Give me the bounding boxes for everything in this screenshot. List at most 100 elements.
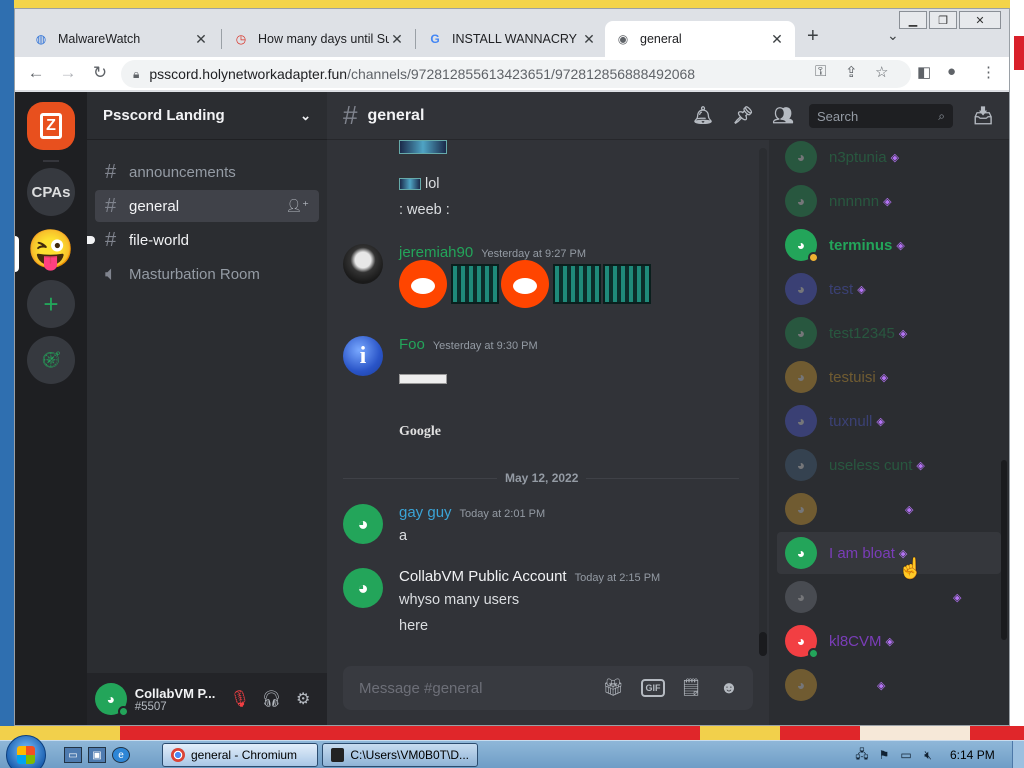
member-item[interactable]: ◕ ◈ <box>777 664 1001 706</box>
channel-masturbation-room[interactable]: 🔈︎ Masturbation Room <box>95 258 319 290</box>
taskbar-chromium-button[interactable]: general - Chromium <box>162 743 318 767</box>
close-tab-icon[interactable]: ✕ <box>581 31 597 48</box>
create-invite-icon[interactable]: 👤︎⁺ <box>286 198 309 214</box>
chevron-down-icon[interactable]: ⌄ <box>300 108 311 124</box>
member-list-scrollbar[interactable] <box>1001 460 1007 640</box>
network-icon[interactable]: 🖧︎ <box>854 747 870 763</box>
sticker-icon[interactable]: 🗒︎ <box>679 676 703 700</box>
back-arrow-icon[interactable]: ← <box>25 63 47 83</box>
home-server-button[interactable]: Z <box>27 102 75 150</box>
system-clock[interactable]: 6:14 PM <box>950 748 995 762</box>
image-attachment[interactable] <box>399 140 447 154</box>
member-item[interactable]: ◕ ◈ <box>777 488 1001 530</box>
reload-icon[interactable]: ↻ <box>89 63 111 83</box>
member-item[interactable]: ◕ test ◈ <box>777 268 1001 310</box>
tab-general[interactable]: ◉ general ✕ <box>605 21 795 57</box>
search-input[interactable]: Search ⌕ <box>809 104 953 128</box>
pixel-emote-icon[interactable] <box>603 264 651 304</box>
server-header[interactable]: Psscord Landing ⌄ <box>87 92 327 140</box>
explore-compass-icon[interactable]: 🧭︎ <box>27 336 75 384</box>
scrollbar-thumb[interactable] <box>759 632 767 656</box>
server-emoji-icon[interactable]: 😜 <box>27 226 75 274</box>
member-item[interactable]: ◕ testuisi ◈ <box>777 356 1001 398</box>
message-author[interactable]: Foo <box>399 336 425 353</box>
channel-file-world[interactable]: # file-world <box>87 224 319 256</box>
channel-announcements[interactable]: # announcements <box>95 156 319 188</box>
member-list: ◕ n3ptunia ◈ ◕ nnnnnn ◈ ◕ terminus ◈ ◕ test… <box>769 140 1009 725</box>
reddit-emote-icon[interactable] <box>399 260 447 308</box>
avatar[interactable]: ◕ <box>95 683 129 717</box>
show-desktop-button[interactable] <box>1012 741 1024 768</box>
server-separator <box>43 160 59 162</box>
start-button[interactable] <box>6 735 46 768</box>
action-center-icon[interactable]: ⚑ <box>876 747 892 763</box>
member-item[interactable]: ◕ test12345 ◈ <box>777 312 1001 354</box>
switch-windows-icon[interactable]: ▣ <box>88 747 106 763</box>
profile-avatar-icon[interactable]: ● <box>947 63 956 80</box>
channel-sidebar: Psscord Landing ⌄ # announcements # gene… <box>87 92 327 725</box>
key-icon[interactable]: ⚿ <box>815 63 826 80</box>
message-author[interactable]: gay guy <box>399 504 452 521</box>
forward-arrow-icon[interactable]: → <box>57 63 79 83</box>
close-tab-icon[interactable]: ✕ <box>389 31 405 48</box>
member-item[interactable]: ◕ useless cunt ◈ <box>777 444 1001 486</box>
member-item[interactable]: ◕ tuxnull ◈ <box>777 400 1001 442</box>
inbox-icon[interactable]: 📥︎ <box>971 104 995 128</box>
pin-icon[interactable]: 📌︎ <box>731 104 755 128</box>
minimize-button[interactable]: ▁ <box>899 11 927 29</box>
avatar[interactable]: i <box>343 336 383 376</box>
member-item[interactable]: ◕ ◈ <box>777 576 1001 618</box>
gift-icon[interactable]: 🎁︎ <box>601 676 625 700</box>
close-tab-icon[interactable]: ✕ <box>193 31 209 48</box>
browser-menu-icon[interactable]: ⋮ <box>981 63 996 81</box>
tab-malwarewatch[interactable]: ◍ MalwareWatch ✕ <box>23 21 219 57</box>
chat-scrollbar[interactable] <box>759 148 767 656</box>
message-input[interactable]: Message #general 🎁︎ GIF 🗒︎ ☻ <box>343 666 753 710</box>
server-cpas[interactable]: CPAs <box>27 168 75 216</box>
tab-install-wannacry[interactable]: G INSTALL WANNACRY FR ✕ <box>417 21 607 57</box>
avatar[interactable]: ◕ <box>343 568 383 608</box>
pixel-emote-icon[interactable] <box>451 264 499 304</box>
share-icon[interactable]: ⇪ <box>845 63 858 81</box>
tab-days-until[interactable]: ◷ How many days until Su ✕ <box>223 21 415 57</box>
headphones-icon[interactable]: 🎧︎ <box>256 683 288 715</box>
internet-explorer-icon[interactable]: e <box>112 747 130 763</box>
channel-general[interactable]: # general 👤︎⁺ <box>95 190 319 222</box>
address-bar[interactable]: 🔒︎ psscord.holynetworkadapter.fun/channe… <box>121 60 911 88</box>
member-item[interactable]: ◕ kl8CVM ◈ <box>777 620 1001 662</box>
notification-bell-icon[interactable]: 🔔︎ <box>691 104 715 128</box>
google-logo-image[interactable]: Google <box>399 424 441 440</box>
member-item[interactable]: ◕ I am bloat ◈ <box>777 532 1001 574</box>
taskbar-7zip-button[interactable]: C:\Users\VM0B0T\D... <box>322 743 478 767</box>
message-author[interactable]: jeremiah90 <box>399 244 473 261</box>
gif-button[interactable]: GIF <box>641 679 665 697</box>
bookmark-star-icon[interactable]: ☆ <box>875 63 888 81</box>
user-panel: ◕ CollabVM P... #5507 🎙︎ 🎧︎ ⚙ <box>87 673 327 725</box>
volume-muted-icon[interactable]: 🔇︎ <box>920 747 936 763</box>
lock-icon[interactable]: 🔒︎ <box>133 67 139 82</box>
show-desktop-quicklaunch-icon[interactable]: ▭ <box>64 747 82 763</box>
new-tab-button[interactable]: + <box>807 25 819 48</box>
side-panel-icon[interactable]: ◧ <box>917 63 931 81</box>
settings-gear-icon[interactable]: ⚙ <box>287 683 319 715</box>
member-item[interactable]: ◕ nnnnnn ◈ <box>777 180 1001 222</box>
close-tab-icon[interactable]: ✕ <box>769 31 785 48</box>
avatar[interactable] <box>343 244 383 284</box>
image-attachment[interactable] <box>399 374 447 384</box>
message-author[interactable]: CollabVM Public Account <box>399 568 567 585</box>
user-info[interactable]: CollabVM P... #5507 <box>135 686 224 713</box>
pixel-emote-icon[interactable] <box>553 264 601 304</box>
mute-microphone-icon[interactable]: 🎙︎ <box>224 683 256 715</box>
member-list-icon[interactable]: 👥︎ <box>771 104 795 128</box>
member-item[interactable]: ◕ n3ptunia ◈ <box>777 140 1001 178</box>
emoji-icon[interactable]: ☻ <box>717 676 741 700</box>
maximize-button[interactable]: ❐ <box>929 11 957 29</box>
add-server-button[interactable]: + <box>27 280 75 328</box>
nitro-badge-icon: ◈ <box>898 327 908 340</box>
avatar[interactable]: ◕ <box>343 504 383 544</box>
reddit-emote-icon[interactable] <box>501 260 549 308</box>
close-window-button[interactable]: ✕ <box>959 11 1001 29</box>
member-item[interactable]: ◕ terminus ◈ <box>777 224 1001 266</box>
display-icon[interactable]: ▭ <box>898 747 914 763</box>
tab-search-button[interactable]: ⌄ <box>887 27 899 44</box>
